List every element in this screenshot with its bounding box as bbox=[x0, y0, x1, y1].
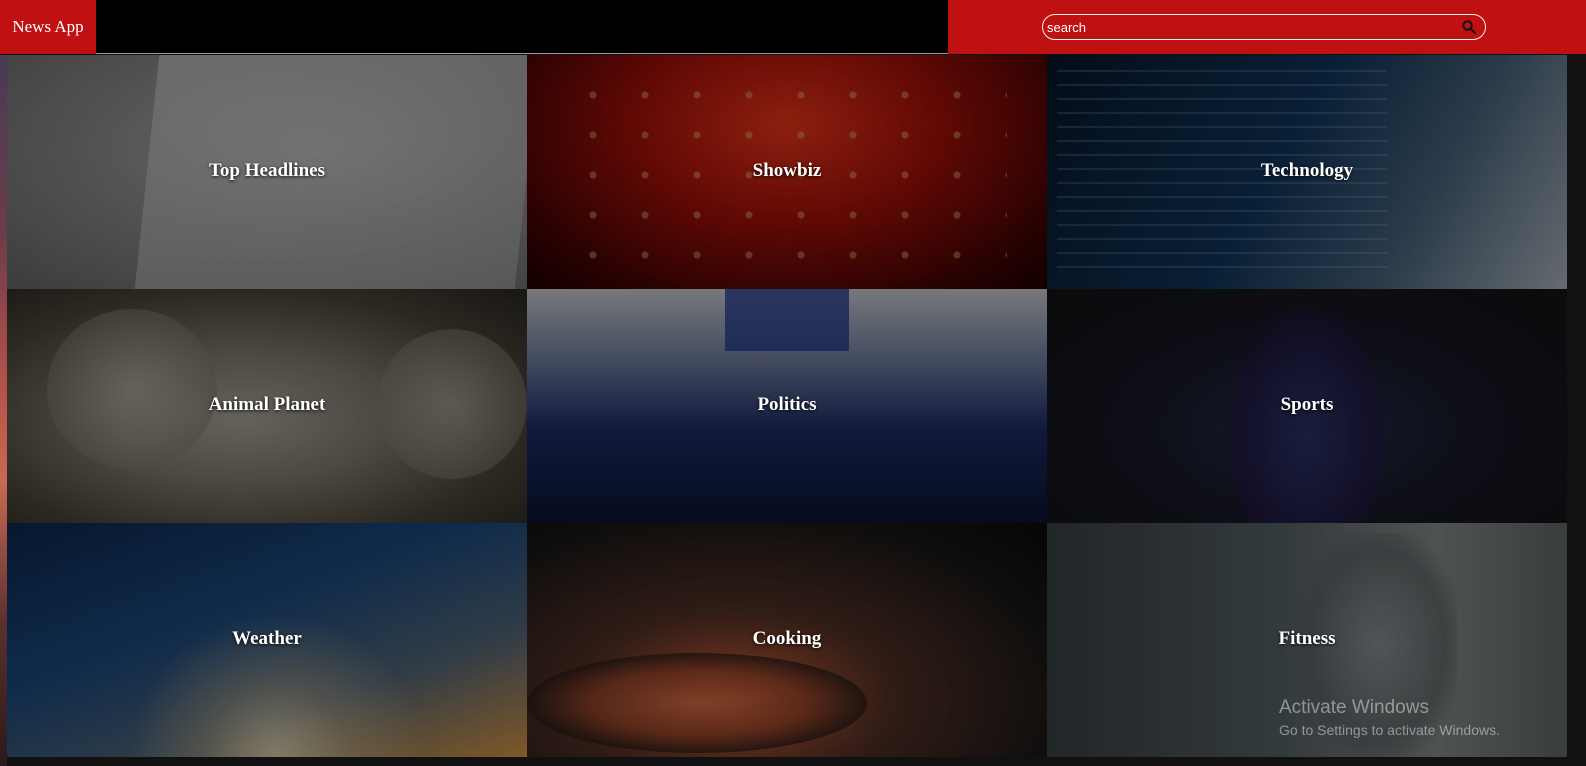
top-navbar: News App bbox=[0, 0, 1586, 54]
category-label: Sports bbox=[1280, 394, 1334, 415]
category-grid: Top Headlines Showbiz Technology Animal … bbox=[7, 55, 1567, 757]
category-tile-top-headlines[interactable]: Top Headlines bbox=[7, 55, 527, 289]
category-label: Animal Planet bbox=[208, 394, 326, 415]
category-label: Showbiz bbox=[752, 160, 822, 181]
search-icon[interactable] bbox=[1461, 19, 1477, 35]
category-label: Weather bbox=[232, 628, 302, 649]
category-tile-technology[interactable]: Technology bbox=[1047, 55, 1567, 289]
category-tile-politics[interactable]: Politics bbox=[527, 289, 1047, 523]
category-label: Cooking bbox=[752, 628, 822, 649]
category-label: Technology bbox=[1260, 160, 1354, 181]
side-background-strip bbox=[0, 55, 7, 766]
category-tile-animal-planet[interactable]: Animal Planet bbox=[7, 289, 527, 523]
search-input[interactable] bbox=[1047, 17, 1457, 37]
category-label: Top Headlines bbox=[209, 160, 325, 181]
category-tile-weather[interactable]: Weather bbox=[7, 523, 527, 757]
category-tile-cooking[interactable]: Cooking bbox=[527, 523, 1047, 757]
search-area bbox=[948, 0, 1586, 54]
category-tile-showbiz[interactable]: Showbiz bbox=[527, 55, 1047, 289]
category-tile-sports[interactable]: Sports bbox=[1047, 289, 1567, 523]
app-brand[interactable]: News App bbox=[0, 0, 96, 54]
category-label: Fitness bbox=[1278, 628, 1336, 649]
category-tile-fitness[interactable]: Fitness bbox=[1047, 523, 1567, 757]
search-box bbox=[1042, 14, 1486, 40]
category-label: Politics bbox=[757, 394, 817, 415]
